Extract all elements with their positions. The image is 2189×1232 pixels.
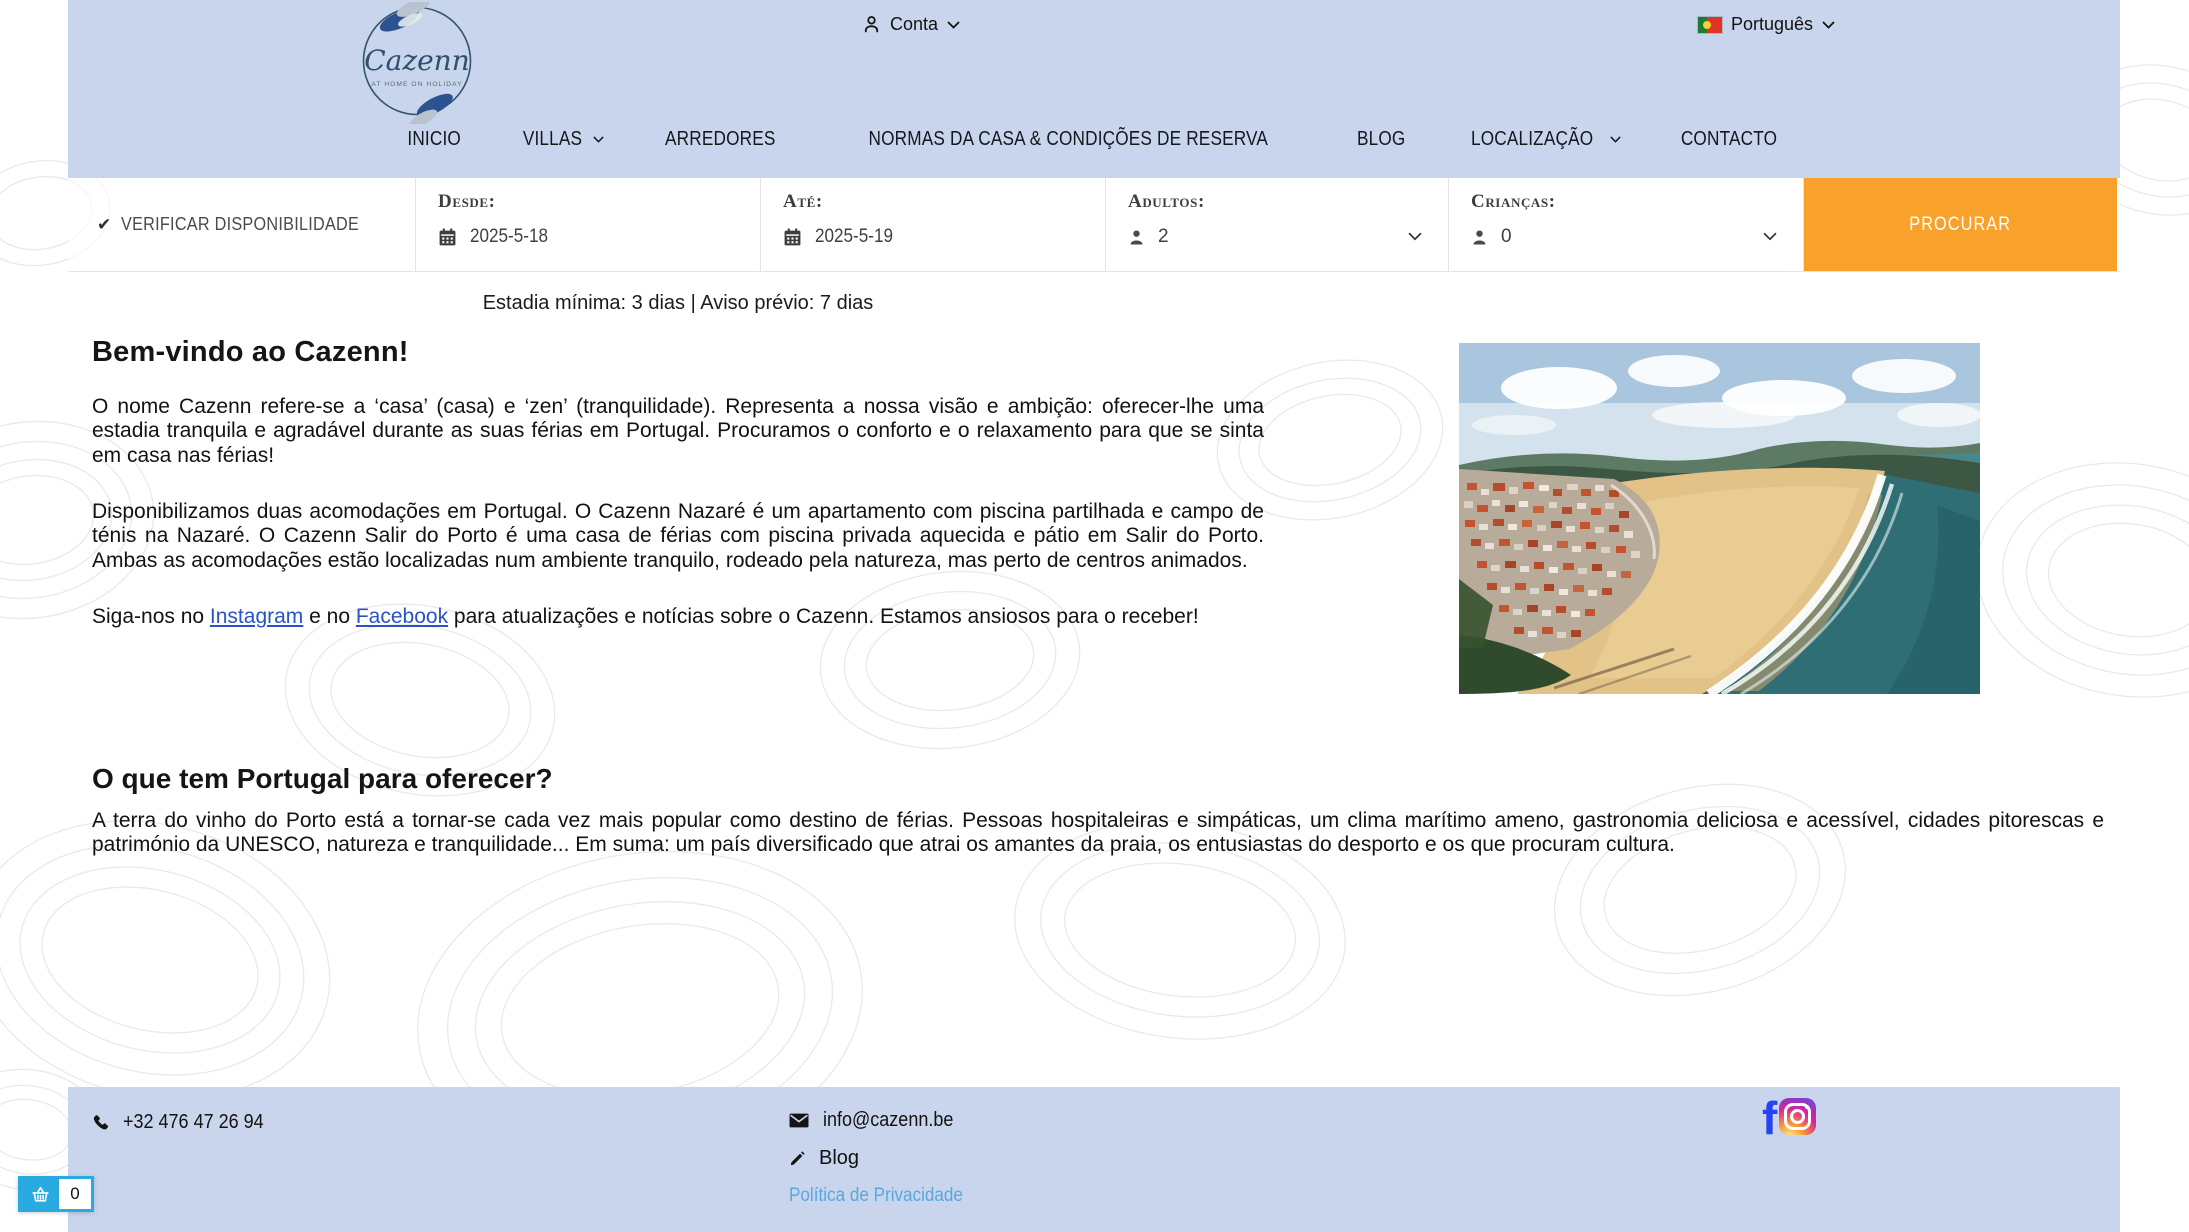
- language-selector[interactable]: Português: [1698, 14, 1835, 35]
- follow-paragraph: Siga-nos no Instagram e no Facebook para…: [92, 605, 1264, 629]
- nazare-beach-photo: [1459, 343, 1980, 694]
- cart-count: 0: [59, 1179, 91, 1209]
- content-frame: Cazenn AT HOME ON HOLIDAY Conta Portuguê…: [68, 0, 2120, 1232]
- footer-phone[interactable]: +32 476 47 26 94: [92, 1111, 279, 1134]
- date-to-value: 2025-5-19: [815, 226, 893, 248]
- logo-wordmark: Cazenn: [364, 44, 470, 77]
- main-content: Estadia mínima: 3 dias | Aviso prévio: 7…: [68, 272, 2120, 1087]
- nav-item-blog[interactable]: BLOG: [1353, 128, 1409, 151]
- children-dropdown[interactable]: Crianças: 0: [1449, 178, 1804, 271]
- date-from-value: 2025-5-18: [470, 226, 548, 248]
- footer-links-column: info@cazenn.be Blog Política de Privacid…: [789, 1109, 982, 1207]
- portugal-paragraph: A terra do vinho do Porto está a tornar-…: [92, 809, 2104, 858]
- calendar-icon: [783, 228, 802, 247]
- logo-leaves-bottom: [404, 89, 458, 124]
- intro-paragraph: O nome Cazenn refere-se a ‘casa’ (casa) …: [92, 395, 1264, 468]
- footer-blog-link[interactable]: Blog: [789, 1147, 982, 1170]
- nav-item-inicio[interactable]: INICIO: [403, 128, 465, 151]
- instagram-icon[interactable]: [1779, 1098, 1816, 1135]
- date-from-picker[interactable]: Desde: 2025-5-18: [416, 178, 761, 271]
- chevron-down-icon: [947, 21, 960, 29]
- page: Cazenn AT HOME ON HOLIDAY Conta Portuguê…: [0, 0, 2189, 1232]
- account-menu[interactable]: Conta: [862, 14, 960, 35]
- welcome-text-column: Bem-vindo ao Cazenn! O nome Cazenn refer…: [92, 336, 1264, 662]
- chevron-down-icon: [1610, 136, 1621, 143]
- nav-item-villas[interactable]: VILLAS: [518, 128, 604, 151]
- cart-widget[interactable]: 0: [18, 1176, 94, 1212]
- nav-item-normas[interactable]: NORMAS DA CASA & CONDIÇÕES DE RESERVA: [836, 128, 1301, 151]
- chevron-down-icon: [1408, 232, 1422, 241]
- verify-availability-label: VERIFICAR DISPONIBILIDADE: [121, 214, 359, 235]
- nav-item-contacto[interactable]: CONTACTO: [1673, 128, 1785, 151]
- language-label: Português: [1731, 14, 1813, 35]
- date-from-label: Desde:: [438, 191, 760, 213]
- portugal-heading: O que tem Portugal para oferecer?: [92, 763, 553, 795]
- portugal-flag-icon: [1698, 17, 1722, 33]
- stay-conditions-notice: Estadia mínima: 3 dias | Aviso prévio: 7…: [92, 292, 1264, 315]
- instagram-link[interactable]: Instagram: [210, 605, 303, 628]
- nav-item-localizacao[interactable]: LOCALIZAÇÃO: [1461, 128, 1620, 151]
- person-solid-icon: [1128, 229, 1145, 246]
- privacy-policy-link[interactable]: Política de Privacidade: [789, 1185, 982, 1207]
- basket-icon: [30, 1186, 51, 1203]
- chevron-down-icon: [1822, 21, 1835, 29]
- logo-tagline: AT HOME ON HOLIDAY: [371, 81, 462, 88]
- account-label: Conta: [890, 14, 938, 35]
- footer-email[interactable]: info@cazenn.be: [789, 1109, 982, 1132]
- date-to-picker[interactable]: Até: 2025-5-19: [761, 178, 1106, 271]
- site-footer: +32 476 47 26 94 info@cazenn.be Blog: [68, 1087, 2120, 1232]
- search-button[interactable]: PROCURAR: [1804, 178, 2117, 271]
- welcome-heading: Bem-vindo ao Cazenn!: [92, 336, 1264, 369]
- adults-label: Adultos:: [1128, 191, 1448, 213]
- envelope-icon: [789, 1113, 809, 1128]
- nav-item-arredores[interactable]: ARREDORES: [656, 128, 785, 151]
- date-to-label: Até:: [783, 191, 1105, 213]
- calendar-icon: [438, 228, 457, 247]
- facebook-icon[interactable]: f: [1762, 1098, 1777, 1138]
- phone-icon: [92, 1114, 109, 1131]
- adults-value: 2: [1158, 226, 1169, 248]
- pencil-icon: [789, 1151, 805, 1167]
- verify-availability-button[interactable]: ✔ VERIFICAR DISPONIBILIDADE: [68, 178, 416, 271]
- chevron-down-icon: [1763, 232, 1777, 241]
- chevron-down-icon: [593, 136, 604, 143]
- email-address: info@cazenn.be: [823, 1109, 953, 1132]
- accommodations-paragraph: Disponibilizamos duas acomodações em Por…: [92, 500, 1264, 573]
- availability-search-bar: ✔ VERIFICAR DISPONIBILIDADE Desde: 2025-…: [68, 178, 2120, 272]
- facebook-link[interactable]: Facebook: [356, 605, 448, 628]
- footer-social-links: f: [1762, 1098, 1816, 1138]
- person-solid-icon: [1471, 229, 1488, 246]
- person-icon: [862, 15, 881, 34]
- checkmark-icon: ✔: [97, 215, 112, 235]
- main-navigation: INICIO VILLAS ARREDORES NORMAS DA CASA &…: [68, 128, 2120, 151]
- children-label: Crianças:: [1471, 191, 1803, 213]
- adults-dropdown[interactable]: Adultos: 2: [1106, 178, 1449, 271]
- site-header: Cazenn AT HOME ON HOLIDAY Conta Portuguê…: [68, 0, 2120, 178]
- blog-label: Blog: [819, 1147, 859, 1170]
- children-value: 0: [1501, 226, 1512, 248]
- phone-number: +32 476 47 26 94: [123, 1111, 264, 1134]
- cazenn-logo[interactable]: Cazenn AT HOME ON HOLIDAY: [356, 2, 478, 124]
